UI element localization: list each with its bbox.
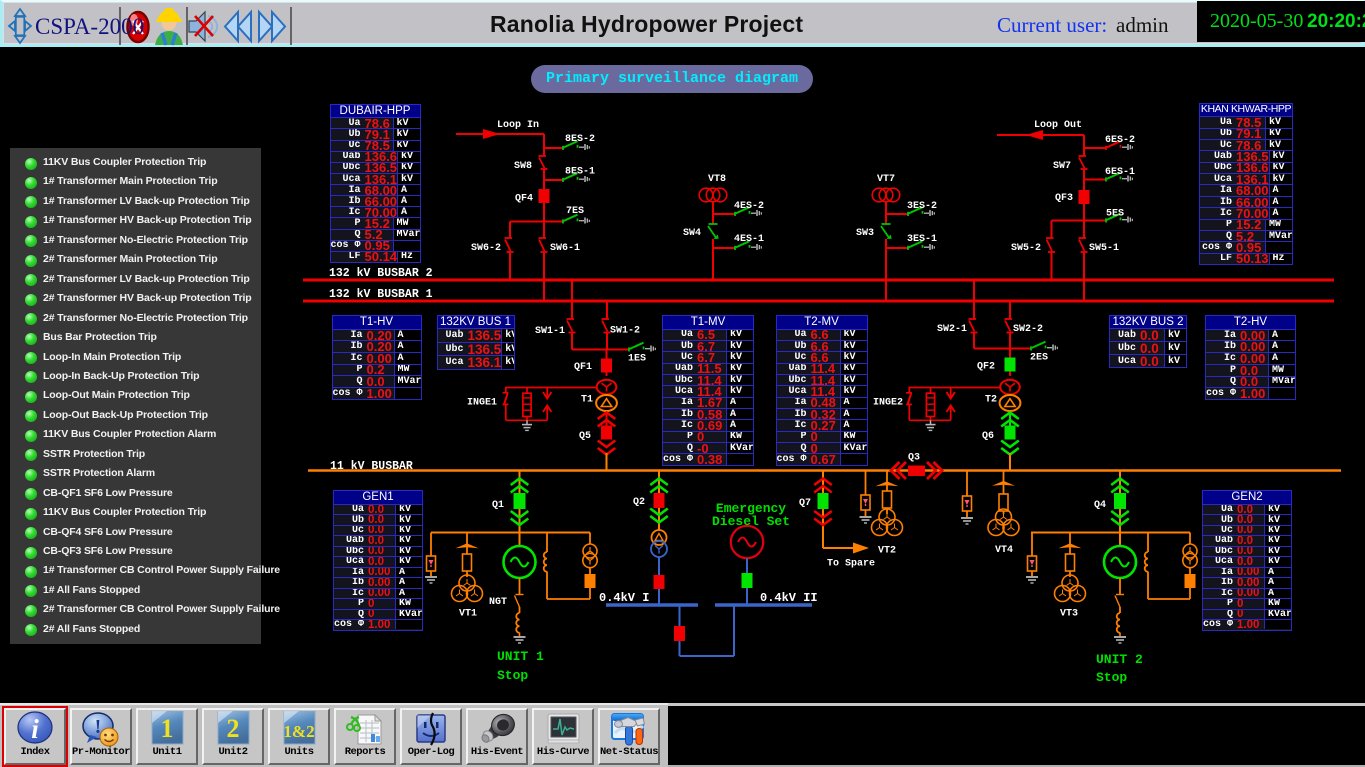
svg-text:SW1-2: SW1-2 — [610, 326, 640, 337]
svg-text:Q5: Q5 — [579, 431, 591, 442]
svg-text:T2: T2 — [985, 395, 997, 406]
svg-text:SW2-1: SW2-1 — [937, 324, 967, 335]
svg-text:2: 2 — [227, 714, 240, 743]
svg-text:3ES-2: 3ES-2 — [907, 201, 937, 212]
svg-text:132 kV BUSBAR 2: 132 kV BUSBAR 2 — [329, 267, 433, 280]
svg-text:NGT: NGT — [489, 597, 507, 608]
svg-text:6ES-1: 6ES-1 — [1105, 167, 1135, 178]
svg-text:SW1-1: SW1-1 — [535, 326, 565, 337]
svg-text:0.4kV I: 0.4kV I — [599, 591, 649, 605]
svg-text:Q1: Q1 — [492, 500, 504, 511]
svg-text:Loop In: Loop In — [497, 120, 539, 131]
svg-text:11 kV BUSBAR: 11 kV BUSBAR — [330, 460, 413, 473]
svg-text:Stop: Stop — [497, 668, 528, 683]
svg-text:VT3: VT3 — [1060, 609, 1078, 620]
svg-text:Q7: Q7 — [799, 498, 811, 509]
svg-text:0.4kV II: 0.4kV II — [760, 591, 818, 605]
svg-text:QF1: QF1 — [574, 362, 592, 373]
svg-text:Loop Out: Loop Out — [1034, 120, 1082, 131]
svg-text:7ES: 7ES — [566, 206, 584, 217]
svg-text:QF3: QF3 — [1055, 193, 1073, 204]
svg-text:UNIT 1: UNIT 1 — [497, 649, 544, 664]
svg-text:Q3: Q3 — [908, 453, 920, 464]
svg-text:VT4: VT4 — [995, 545, 1013, 556]
svg-text:Q6: Q6 — [982, 431, 994, 442]
svg-text:UNIT 2: UNIT 2 — [1096, 652, 1143, 667]
svg-text:6ES-2: 6ES-2 — [1105, 135, 1135, 146]
svg-text:i: i — [31, 714, 39, 744]
svg-text:Q4: Q4 — [1094, 500, 1106, 511]
svg-text:Q2: Q2 — [633, 497, 645, 508]
svg-text:5ES: 5ES — [1106, 209, 1124, 220]
svg-text:1: 1 — [161, 714, 174, 743]
svg-text:VT1: VT1 — [459, 609, 477, 620]
svg-text:VT7: VT7 — [877, 174, 895, 185]
svg-text:8ES-1: 8ES-1 — [565, 167, 595, 178]
svg-text:QF4: QF4 — [515, 194, 533, 205]
svg-text:SW3: SW3 — [856, 228, 874, 239]
svg-text:132 kV BUSBAR 1: 132 kV BUSBAR 1 — [329, 288, 433, 301]
svg-text:VT8: VT8 — [708, 174, 726, 185]
svg-text:4ES-2: 4ES-2 — [734, 201, 764, 212]
svg-text:8ES-2: 8ES-2 — [565, 134, 595, 145]
svg-text:QF2: QF2 — [977, 362, 995, 373]
svg-text:Stop: Stop — [1096, 670, 1127, 685]
svg-text:To Spare: To Spare — [827, 559, 875, 570]
svg-text:T1: T1 — [581, 395, 593, 406]
svg-text:SW6-1: SW6-1 — [550, 243, 580, 254]
svg-text:SW7: SW7 — [1053, 161, 1071, 172]
svg-text:INGE1: INGE1 — [467, 398, 497, 409]
svg-text:INGE2: INGE2 — [873, 398, 903, 409]
svg-text:SW5-1: SW5-1 — [1089, 243, 1119, 254]
svg-text:3ES-1: 3ES-1 — [907, 234, 937, 245]
svg-text:SW4: SW4 — [683, 228, 701, 239]
svg-text:1ES: 1ES — [628, 354, 646, 365]
svg-text:SW6-2: SW6-2 — [471, 243, 501, 254]
svg-text:2ES: 2ES — [1030, 353, 1048, 364]
svg-text:Diesel Set: Diesel Set — [712, 514, 790, 529]
svg-text:1&2: 1&2 — [283, 722, 314, 741]
svg-text:VT2: VT2 — [878, 546, 896, 557]
svg-text:4ES-1: 4ES-1 — [734, 234, 764, 245]
svg-text:SW5-2: SW5-2 — [1011, 243, 1041, 254]
svg-text:SW2-2: SW2-2 — [1013, 324, 1043, 335]
svg-text:SW8: SW8 — [514, 161, 532, 172]
